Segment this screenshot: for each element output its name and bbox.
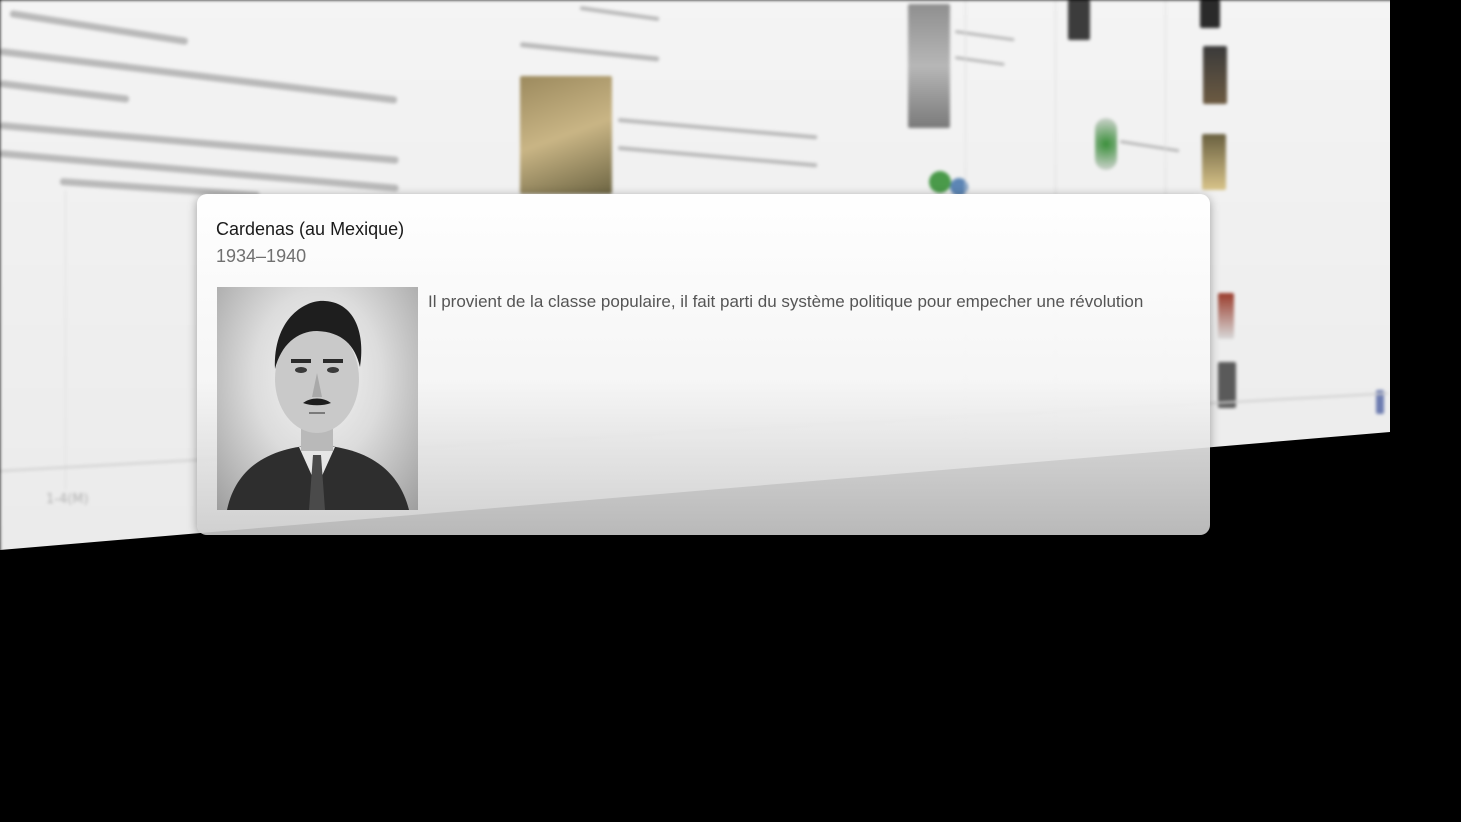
timeline-thumbnail: [1218, 293, 1234, 339]
event-title: Cardenas (au Mexique): [216, 219, 405, 239]
timeline-axis-tick-label: 1-4(M): [46, 492, 89, 507]
timeline-text-line: [617, 146, 818, 168]
event-detail-card: Cardenas (au Mexique) 1934–1940 Il provi…: [197, 194, 1210, 535]
timeline-text-line: [0, 80, 130, 103]
portrait-photo-icon: [217, 287, 418, 510]
viewport: 1-4(M) Cardenas (au Mexique) 1934–1940 I…: [0, 0, 1461, 822]
event-dates: 1934–1940: [216, 246, 307, 266]
timeline-text-line: [1119, 140, 1180, 153]
timeline-globe-thumbnail: [1095, 118, 1117, 170]
timeline-text-line: [954, 30, 1015, 42]
timeline-text-line: [617, 118, 818, 140]
timeline-text-line: [954, 56, 1005, 66]
timeline-gridline: [65, 190, 66, 490]
timeline-text-line: [9, 10, 189, 46]
timeline-map-thumbnail: [908, 4, 950, 128]
portrait-drawing: [227, 300, 409, 510]
timeline-text-line: [579, 6, 660, 22]
event-description: Il provient de la classe populaire, il f…: [428, 292, 1144, 311]
timeline-text-line: [519, 42, 660, 62]
timeline-thumbnail: [1068, 0, 1090, 40]
timeline-thumbnail: [1200, 0, 1220, 28]
timeline-thumbnail: [1203, 46, 1227, 104]
timeline-badge-thumbnail: [929, 171, 951, 193]
timeline-thumbnail: [520, 76, 612, 194]
timeline-thumbnail: [1202, 134, 1226, 190]
timeline-text-line: [0, 48, 398, 104]
